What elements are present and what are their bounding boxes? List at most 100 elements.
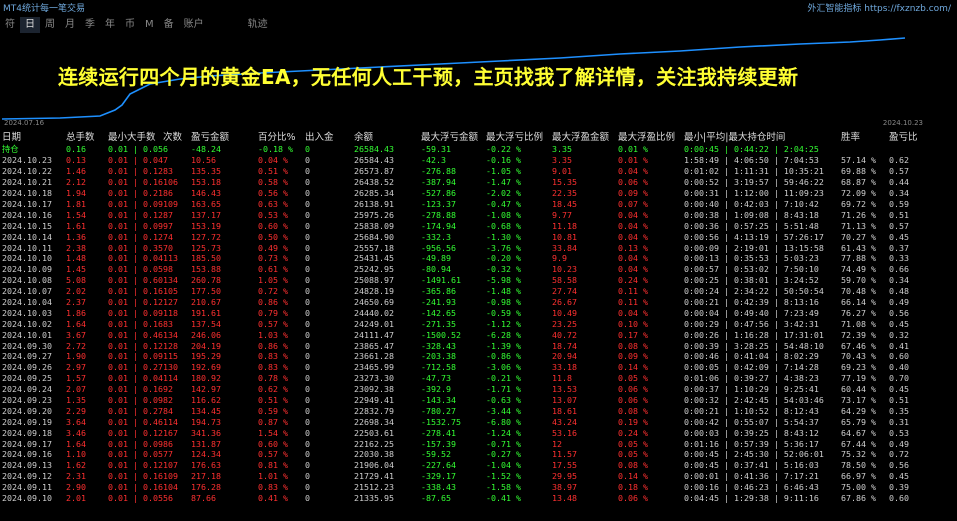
table-row[interactable]: 2024.09.26 2.97 0.01 | 0.27 130 192.69 0.83 %…	[2, 362, 927, 373]
column-header[interactable]: 最小大手数	[108, 129, 163, 143]
table-row[interactable]: 2024.09.13 1.62 0.01 | 0.12 107 176.63 0.81 %…	[2, 460, 927, 471]
table-row[interactable]: 2024.10.02 1.64 0.01 | 0.16 83 137.54 0.57 % 0…	[2, 318, 927, 329]
tab-10[interactable]: 轨迹	[243, 17, 273, 33]
table-cell: 0.05 %	[618, 449, 648, 460]
table-cell: -1532.75	[421, 416, 461, 427]
table-cell: 0.01 | 0.46	[108, 329, 163, 340]
table-row[interactable]: 2024.10.23 0.13 0.01 | 0.04 7 10.56 0.04 % 0 26…	[2, 155, 927, 166]
tab-4[interactable]: 季	[80, 17, 100, 33]
column-header[interactable]: 最小|平均|最大持仓时间	[684, 129, 841, 143]
table-row[interactable]: 2024.09.18 3.46 0.01 | 0.12 167 341.36 1.54 %…	[2, 427, 927, 438]
table-cell: 78.50 %	[841, 460, 876, 471]
table-cell: 23865.47	[354, 340, 394, 351]
column-header[interactable]: 最大浮亏比例	[486, 129, 552, 143]
tab-6[interactable]: 币	[120, 17, 140, 33]
table-cell: 53.16	[552, 427, 577, 438]
table-row[interactable]: 2024.09.25 1.57 0.01 | 0.04 114 180.92 0.78 %…	[2, 373, 927, 384]
tab-3[interactable]: 月	[60, 17, 80, 33]
tab-9[interactable]: 账户	[179, 17, 209, 33]
table-cell: 2024.09.30	[2, 340, 52, 351]
table-cell: 0.37	[889, 242, 909, 253]
column-header[interactable]: 最大浮盈金额	[552, 129, 618, 143]
table-cell: 0.45	[889, 384, 909, 395]
table-row[interactable]: 2024.10.21 2.12 0.01 | 0.16 106 153.18 0.58 %…	[2, 177, 927, 188]
table-row[interactable]: 2024.10.11 2.38 0.01 | 0.35 70 125.73 0.49 % 0…	[2, 242, 927, 253]
table-cell: 0	[305, 373, 310, 384]
table-row[interactable]: 2024.09.24 2.07 0.01 | 0.16 92 142.97 0.62 % 0…	[2, 384, 927, 395]
table-row[interactable]: 2024.10.18 1.94 0.01 | 0.21 86 146.43 0.56 % 0…	[2, 188, 927, 199]
table-cell: 1.64	[66, 318, 86, 329]
table-row[interactable]: 2024.09.19 3.64 0.01 | 0.46 114 194.73 0.87 %…	[2, 416, 927, 427]
table-cell: -712.58	[421, 362, 456, 373]
table-row[interactable]: 2024.10.15 1.61 0.01 | 0.09 97 153.19 0.60 % 0…	[2, 220, 927, 231]
table-cell: 0.01 | 0.12	[108, 460, 163, 471]
holding-row[interactable]: 持仓 0.16 0.01 | 0.05 6 -48.24 -0.18 % 0 26584.43…	[2, 143, 927, 155]
table-row[interactable]: 2024.09.16 1.10 0.01 | 0.05 77 124.34 0.57 % 0…	[2, 449, 927, 460]
table-cell: 0.01 | 0.16	[108, 384, 163, 395]
table-cell: -42.3	[421, 155, 446, 166]
table-row[interactable]: 2024.09.17 1.64 0.01 | 0.09 86 131.87 0.60 % 0…	[2, 438, 927, 449]
table-row[interactable]: 2024.09.11 2.90 0.01 | 0.16 104 176.28 0.83 %…	[2, 482, 927, 493]
table-cell: 66.97 %	[841, 471, 876, 482]
table-cell: 0.05 %	[618, 373, 648, 384]
table-row[interactable]: 2024.10.09 1.45 0.01 | 0.05 98 153.88 0.61 % 0…	[2, 264, 927, 275]
table-cell: -0.32 %	[486, 264, 521, 275]
table-row[interactable]: 2024.10.16 1.54 0.01 | 0.12 87 137.17 0.53 % 0…	[2, 209, 927, 220]
brand-link[interactable]: 外汇智能指标 https://fxznzb.com/	[807, 1, 951, 14]
table-row[interactable]: 2024.10.10 1.48 0.01 | 0.04 113 185.50 0.73 %…	[2, 253, 927, 264]
column-header[interactable]: 余额	[354, 129, 421, 143]
table-row[interactable]: 2024.10.04 2.37 0.01 | 0.12 127 210.67 0.86 %…	[2, 297, 927, 308]
table-cell: 25838.09	[354, 220, 394, 231]
column-header[interactable]: 总手数	[66, 129, 108, 143]
table-row[interactable]: 2024.10.14 1.36 0.01 | 0.12 74 127.72 0.50 % 0…	[2, 231, 927, 242]
table-row[interactable]: 2024.09.10 2.01 0.01 | 0.05 56 87.66 0.41 % 0 2…	[2, 493, 927, 504]
table-cell: 0	[305, 384, 310, 395]
column-header[interactable]: 盈亏比	[889, 129, 927, 143]
table-row[interactable]: 2024.10.17 1.81 0.01 | 0.09 109 163.65 0.63 %…	[2, 199, 927, 210]
tab-8[interactable]: 备	[159, 17, 179, 33]
table-row[interactable]: 2024.10.08 5.08 0.01 | 0.60 134 260.78 1.05 %…	[2, 275, 927, 286]
table-cell: 116.62	[191, 395, 221, 406]
table-row[interactable]: 2024.10.03 1.86 0.01 | 0.09 118 191.61 0.79 %…	[2, 307, 927, 318]
table-cell: 2.97	[66, 362, 86, 373]
column-header[interactable]: 百分比%	[258, 129, 305, 143]
table-cell: 6	[163, 144, 168, 154]
table-cell: 0.73 %	[258, 253, 288, 264]
tab-0[interactable]: 符	[0, 17, 20, 33]
table-row[interactable]: 2024.09.30 2.72 0.01 | 0.12 128 204.19 0.86 %…	[2, 340, 927, 351]
table-cell: -328.43	[421, 340, 456, 351]
table-row[interactable]: 2024.10.07 2.02 0.01 | 0.16 105 177.50 0.72 %…	[2, 286, 927, 297]
table-cell: 0.33	[889, 253, 909, 264]
column-header[interactable]: 次数	[163, 129, 191, 143]
column-header[interactable]: 最大浮亏金额	[421, 129, 486, 143]
table-cell: 0.01 | 0.27	[108, 362, 163, 373]
table-row[interactable]: 2024.09.23 1.35 0.01 | 0.09 82 116.62 0.51 % 0…	[2, 395, 927, 406]
column-header[interactable]: 盈亏金额	[191, 129, 258, 143]
tab-5[interactable]: 年	[100, 17, 120, 33]
table-cell: 65.79 %	[841, 416, 876, 427]
table-row[interactable]: 2024.10.01 3.67 0.01 | 0.46 134 246.06 1.03 %…	[2, 329, 927, 340]
table-cell: -1.71 %	[486, 384, 521, 395]
table-cell: 72.09 %	[841, 188, 876, 199]
table-cell: 0:00:32 | 2:42:45 | 54:03:46	[684, 395, 824, 406]
column-header[interactable]: 出入金	[305, 129, 354, 143]
table-row[interactable]: 2024.09.20 2.29 0.01 | 0.27 84 134.45 0.59 % 0…	[2, 405, 927, 416]
table-row[interactable]: 2024.10.22 1.46 0.01 | 0.12 83 135.35 0.51 % 0…	[2, 166, 927, 177]
table-cell: 2024.09.18	[2, 427, 52, 438]
table-cell: 0.57	[889, 220, 909, 231]
tab-1[interactable]: 日	[20, 17, 40, 33]
table-cell: -1491.61	[421, 275, 461, 286]
table-cell: 0.01 | 0.05	[108, 144, 163, 154]
tab-2[interactable]: 周	[40, 17, 60, 33]
table-cell: 33.84	[552, 242, 577, 253]
table-cell: 0:00:09 | 2:19:01 | 13:15:58	[684, 242, 824, 253]
column-header[interactable]: 日期	[2, 129, 66, 143]
table-cell: 2024.09.16	[2, 449, 52, 460]
tab-7[interactable]: M	[140, 17, 159, 33]
table-row[interactable]: 2024.09.12 2.31 0.01 | 0.16 109 217.18 1.01 %…	[2, 471, 927, 482]
table-row[interactable]: 2024.09.27 1.90 0.01 | 0.09 115 195.29 0.83 %…	[2, 351, 927, 362]
table-cell: 57.14 %	[841, 155, 876, 166]
column-header[interactable]: 最大浮盈比例	[618, 129, 684, 143]
table-cell: 13.53	[552, 384, 577, 395]
column-header[interactable]: 胜率	[841, 129, 889, 143]
